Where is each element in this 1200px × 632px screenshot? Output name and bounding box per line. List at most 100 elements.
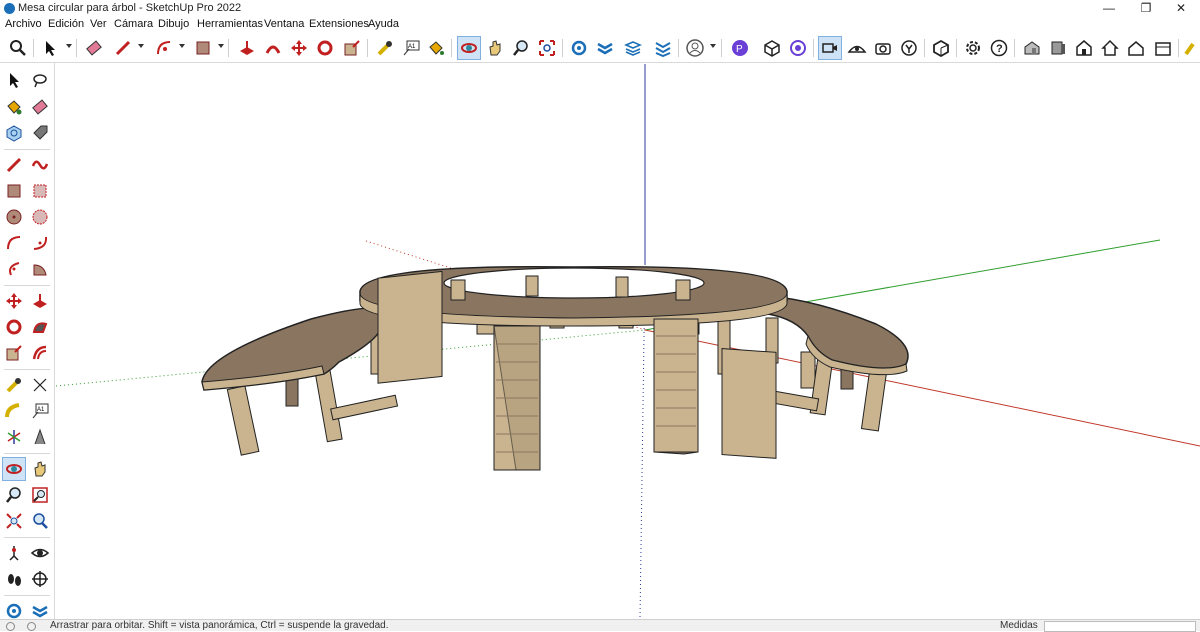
pan-tool-icon[interactable] xyxy=(28,457,52,481)
lasso-tool-icon[interactable] xyxy=(28,68,52,92)
select-tool-icon[interactable] xyxy=(2,68,26,92)
sandbox-icon[interactable] xyxy=(593,36,617,60)
section-plane-icon[interactable] xyxy=(1180,36,1198,60)
scale-icon[interactable] xyxy=(340,36,364,60)
iso-view-icon[interactable] xyxy=(1020,36,1044,60)
circle-tool-icon[interactable] xyxy=(2,205,26,229)
front-view-icon[interactable] xyxy=(1046,36,1070,60)
text-icon[interactable]: A1 xyxy=(399,36,423,60)
account-icon[interactable] xyxy=(683,36,707,60)
three-point-arc-tool-icon[interactable] xyxy=(2,257,26,281)
paint-bucket-tool-icon[interactable] xyxy=(2,95,26,119)
push-pull-icon[interactable] xyxy=(235,36,259,60)
eraser-icon[interactable] xyxy=(82,36,106,60)
look-around-icon[interactable] xyxy=(871,36,895,60)
home-view-icon[interactable] xyxy=(1098,36,1122,60)
settings-icon[interactable] xyxy=(961,36,985,60)
zoom-tool-icon[interactable] xyxy=(2,483,26,507)
position-camera-tool-icon[interactable] xyxy=(2,541,26,565)
push-pull-tool-icon[interactable] xyxy=(28,289,52,313)
orbit-icon[interactable] xyxy=(457,36,481,60)
back-view-icon[interactable] xyxy=(1151,36,1175,60)
section-plane-tool-icon[interactable] xyxy=(28,567,52,591)
svg-text:A1: A1 xyxy=(408,44,416,50)
close-button[interactable]: ✕ xyxy=(1160,0,1200,17)
dimension-tool-icon[interactable] xyxy=(28,373,52,397)
camera-icon[interactable] xyxy=(818,36,842,60)
tape-measure-tool-icon[interactable] xyxy=(2,373,26,397)
walk-tool-icon[interactable] xyxy=(2,567,26,591)
menu-extensiones[interactable]: Extensiones xyxy=(309,18,369,30)
move-tool-icon[interactable] xyxy=(2,289,26,313)
rectangle-icon[interactable] xyxy=(191,36,215,60)
menu-ventana[interactable]: Ventana xyxy=(264,18,304,30)
sketchup-logo-icon xyxy=(4,3,15,14)
model-scene[interactable] xyxy=(56,64,1200,619)
pie-tool-icon[interactable] xyxy=(28,257,52,281)
rotated-rectangle-tool-icon[interactable] xyxy=(28,179,52,203)
layers-icon[interactable] xyxy=(621,36,645,60)
tag-tool-icon[interactable] xyxy=(28,121,52,145)
extension-icon[interactable]: P xyxy=(728,36,752,60)
minimize-button[interactable]: — xyxy=(1088,0,1130,17)
axes-tool-icon[interactable] xyxy=(2,425,26,449)
pan-icon[interactable] xyxy=(483,36,507,60)
menu-camara[interactable]: Cámara xyxy=(114,18,153,30)
paint-bucket-icon[interactable] xyxy=(424,36,448,60)
menu-ayuda[interactable]: Ayuda xyxy=(368,18,399,30)
tape-measure-icon[interactable] xyxy=(373,36,397,60)
solid-tools-icon[interactable] xyxy=(929,36,953,60)
rotate-icon[interactable] xyxy=(313,36,337,60)
menu-herramientas[interactable]: Herramientas xyxy=(197,18,263,30)
svg-text:?: ? xyxy=(996,43,1003,55)
rectangle-tool-icon[interactable] xyxy=(2,179,26,203)
arc-icon[interactable] xyxy=(152,36,176,60)
right-view-icon[interactable] xyxy=(1124,36,1148,60)
styles-icon[interactable] xyxy=(651,36,675,60)
follow-me-icon[interactable] xyxy=(261,36,285,60)
zoom-extents-icon[interactable] xyxy=(6,36,30,60)
select-icon[interactable] xyxy=(38,36,62,60)
eraser-tool-icon[interactable] xyxy=(28,95,52,119)
menu-dibujo[interactable]: Dibujo xyxy=(158,18,189,30)
line-tool-icon[interactable] xyxy=(2,153,26,177)
move-icon[interactable] xyxy=(287,36,311,60)
components-icon[interactable] xyxy=(567,36,591,60)
zoom-icon[interactable] xyxy=(509,36,533,60)
offset-tool-icon[interactable] xyxy=(28,341,52,365)
previous-view-tool-icon[interactable] xyxy=(28,509,52,533)
help-icon[interactable]: ? xyxy=(987,36,1011,60)
scenes-icon[interactable] xyxy=(786,36,810,60)
status-bar: Arrastrar para orbitar. Shift = vista pa… xyxy=(0,619,1200,632)
scale-tool-icon[interactable] xyxy=(2,341,26,365)
polygon-tool-icon[interactable] xyxy=(28,205,52,229)
3d-text-tool-icon[interactable] xyxy=(28,425,52,449)
menu-archivo[interactable]: Archivo xyxy=(5,18,42,30)
walk-icon[interactable] xyxy=(897,36,921,60)
model-viewport[interactable] xyxy=(56,64,1200,619)
pencil-line-icon[interactable] xyxy=(111,36,135,60)
info-icon[interactable] xyxy=(27,622,36,631)
two-point-arc-tool-icon[interactable] xyxy=(28,231,52,255)
position-camera-icon[interactable] xyxy=(845,36,869,60)
text-tool-icon[interactable]: A1 xyxy=(28,399,52,423)
orbit-tool-icon[interactable] xyxy=(2,457,26,481)
menu-edicion[interactable]: Edición xyxy=(48,18,84,30)
look-around-tool-icon[interactable] xyxy=(28,541,52,565)
measurements-input[interactable] xyxy=(1044,621,1196,632)
follow-me-tool-icon[interactable] xyxy=(28,315,52,339)
arc-tool-icon[interactable] xyxy=(2,231,26,255)
top-view-icon[interactable] xyxy=(1072,36,1096,60)
zoom-window-tool-icon[interactable] xyxy=(28,483,52,507)
menu-ver[interactable]: Ver xyxy=(90,18,107,30)
measurements-label: Medidas xyxy=(1000,620,1038,631)
geo-location-icon[interactable] xyxy=(6,622,15,631)
make-component-tool-icon[interactable] xyxy=(2,121,26,145)
zoom-extents-tool-icon[interactable] xyxy=(2,509,26,533)
3d-warehouse-icon[interactable] xyxy=(760,36,784,60)
zoom-window-icon[interactable] xyxy=(535,36,559,60)
svg-text:P: P xyxy=(736,44,743,55)
rotate-tool-icon[interactable] xyxy=(2,315,26,339)
protractor-tool-icon[interactable] xyxy=(2,399,26,423)
freehand-tool-icon[interactable] xyxy=(28,153,52,177)
